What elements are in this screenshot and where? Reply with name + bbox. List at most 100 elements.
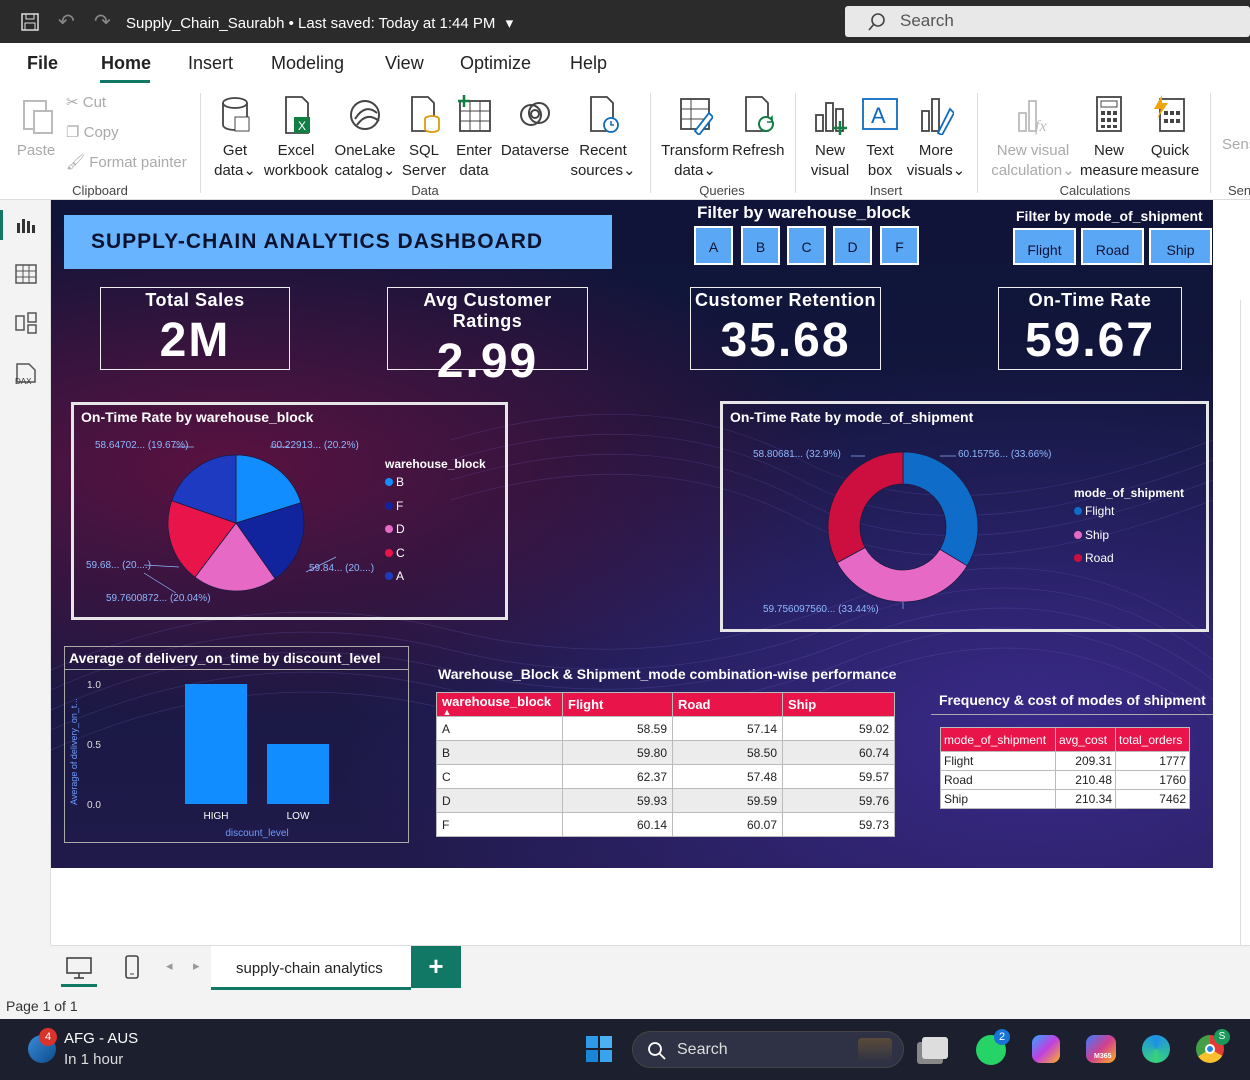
menu-optimize[interactable]: Optimize	[460, 53, 531, 74]
slicer-warehouse-f[interactable]: F	[880, 226, 919, 265]
table-cell[interactable]: 57.14	[672, 716, 783, 741]
menu-view[interactable]: View	[385, 53, 424, 74]
table-cell[interactable]: Flight	[940, 751, 1056, 771]
more-visuals-button[interactable]: More visuals⌄	[905, 95, 967, 181]
refresh-button[interactable]: Refresh	[732, 95, 785, 161]
mobile-layout-icon[interactable]	[123, 954, 141, 980]
legend-item[interactable]: B	[385, 475, 404, 489]
taskbar-search[interactable]: Search	[632, 1031, 904, 1068]
menu-file[interactable]: File	[27, 53, 58, 74]
column-header-avg-cost[interactable]: avg_cost	[1055, 727, 1116, 752]
legend-item[interactable]: A	[385, 569, 404, 583]
model-view-icon[interactable]	[15, 312, 37, 334]
table-cell[interactable]: 59.76	[782, 788, 895, 813]
desktop-layout-icon[interactable]	[65, 956, 93, 980]
chevron-left-icon[interactable]: ◂	[166, 958, 173, 974]
table-cell[interactable]: 57.48	[672, 764, 783, 789]
legend-item[interactable]: Road	[1074, 551, 1114, 565]
format-painter-button[interactable]: 🖌 Format painter	[66, 153, 187, 173]
search-box[interactable]: Search	[845, 6, 1250, 37]
add-page-button[interactable]: +	[411, 946, 461, 988]
quick-measure-button[interactable]: Quick measure	[1140, 95, 1200, 181]
slicer-mode-flight[interactable]: Flight	[1013, 228, 1076, 265]
legend-item[interactable]: C	[385, 546, 405, 560]
windows-start-icon[interactable]	[585, 1035, 613, 1063]
menu-home[interactable]: Home	[101, 53, 151, 74]
bar-high[interactable]	[185, 684, 247, 804]
table-cell[interactable]: 1760	[1115, 770, 1190, 790]
microsoft-365-icon[interactable]: M365	[1086, 1035, 1116, 1063]
bar-chart-discount[interactable]: Average of delivery_on_time by discount_…	[64, 646, 409, 843]
table-cell[interactable]: 59.93	[562, 788, 673, 813]
pie-chart-warehouse[interactable]: On-Time Rate by warehouse_block 60.22913…	[71, 402, 508, 620]
table-cell[interactable]: 209.31	[1055, 751, 1116, 771]
slice-flight[interactable]	[902, 451, 979, 567]
donut-chart-mode[interactable]: On-Time Rate by mode_of_shipment 60.1575…	[720, 401, 1209, 632]
enter-data-button[interactable]: Enter data	[452, 95, 496, 181]
text-box-button[interactable]: A Text box	[858, 95, 902, 181]
column-header-ship[interactable]: Ship	[782, 692, 895, 717]
excel-workbook-button[interactable]: X Excel workbook	[262, 95, 330, 181]
slice-road[interactable]	[827, 451, 904, 564]
table-cell[interactable]: Ship	[940, 789, 1056, 809]
slice-ship[interactable]	[836, 546, 968, 603]
legend-item[interactable]: Ship	[1074, 528, 1109, 542]
table-cell[interactable]: A	[436, 716, 563, 741]
table-cell[interactable]: 210.48	[1055, 770, 1116, 790]
slicer-mode-road[interactable]: Road	[1081, 228, 1144, 265]
slicer-warehouse-d[interactable]: D	[833, 226, 872, 265]
chevron-right-icon[interactable]: ▸	[193, 958, 200, 974]
legend-item[interactable]: Flight	[1074, 504, 1114, 518]
slicer-warehouse-c[interactable]: C	[787, 226, 826, 265]
table-view-icon[interactable]	[15, 264, 37, 284]
table-cell[interactable]: 210.34	[1055, 789, 1116, 809]
save-icon[interactable]	[20, 12, 40, 32]
table-cell[interactable]: 60.07	[672, 812, 783, 837]
undo-icon[interactable]: ↶	[58, 9, 75, 34]
bar-low[interactable]	[267, 744, 329, 804]
menu-insert[interactable]: Insert	[188, 53, 233, 74]
new-visual-button[interactable]: New visual	[806, 95, 854, 181]
report-view-icon[interactable]	[15, 215, 37, 235]
dataverse-button[interactable]: Dataverse	[500, 95, 570, 161]
table-cell[interactable]: 58.59	[562, 716, 673, 741]
menu-modeling[interactable]: Modeling	[271, 53, 344, 74]
column-header-mode-of-shipment[interactable]: mode_of_shipment	[940, 727, 1056, 752]
sensitivity-button[interactable]: Sens	[1222, 135, 1250, 155]
cut-button[interactable]: ✂ Cut	[66, 93, 106, 113]
table-cell[interactable]: 60.74	[782, 740, 895, 765]
legend-item[interactable]: F	[385, 499, 403, 513]
slicer-warehouse-a[interactable]: A	[694, 226, 733, 265]
copy-button[interactable]: ❐ Copy	[66, 123, 119, 143]
task-view-icon[interactable]	[922, 1037, 948, 1059]
weather-title[interactable]: AFG - AUS	[64, 1030, 138, 1047]
column-header-road[interactable]: Road	[672, 692, 783, 717]
table-cell[interactable]: 7462	[1115, 789, 1190, 809]
menu-help[interactable]: Help	[570, 53, 607, 74]
table-cell[interactable]: F	[436, 812, 563, 837]
redo-icon[interactable]: ↷	[94, 9, 111, 34]
table-cell[interactable]: 58.50	[672, 740, 783, 765]
table-cell[interactable]: 59.73	[782, 812, 895, 837]
document-title[interactable]: Supply_Chain_Saurabh • Last saved: Today…	[126, 14, 513, 32]
table-cell[interactable]: 60.14	[562, 812, 673, 837]
table-cell[interactable]: 62.37	[562, 764, 673, 789]
recent-sources-button[interactable]: Recent sources⌄	[570, 95, 636, 181]
column-header-warehouse-block[interactable]: warehouse_block ▲	[436, 692, 563, 717]
new-visual-calculation-button[interactable]: fx New visual calculation⌄	[988, 95, 1078, 181]
onelake-catalog-button[interactable]: OneLake catalog⌄	[334, 95, 396, 181]
column-header-flight[interactable]: Flight	[562, 692, 673, 717]
table-cell[interactable]: B	[436, 740, 563, 765]
column-header-total-orders[interactable]: total_orders	[1115, 727, 1190, 752]
table-cell[interactable]: C	[436, 764, 563, 789]
table-cell[interactable]: 59.59	[672, 788, 783, 813]
dax-query-view-icon[interactable]: DAX	[13, 362, 39, 386]
get-data-button[interactable]: Get data⌄	[210, 95, 260, 181]
paste-button[interactable]: Paste	[14, 95, 58, 161]
slicer-warehouse-b[interactable]: B	[741, 226, 780, 265]
table-cell[interactable]: 59.02	[782, 716, 895, 741]
sql-server-button[interactable]: SQL Server	[400, 95, 448, 181]
table-cell[interactable]: 59.80	[562, 740, 673, 765]
new-measure-button[interactable]: New measure	[1080, 95, 1138, 181]
table-cell[interactable]: Road	[940, 770, 1056, 790]
